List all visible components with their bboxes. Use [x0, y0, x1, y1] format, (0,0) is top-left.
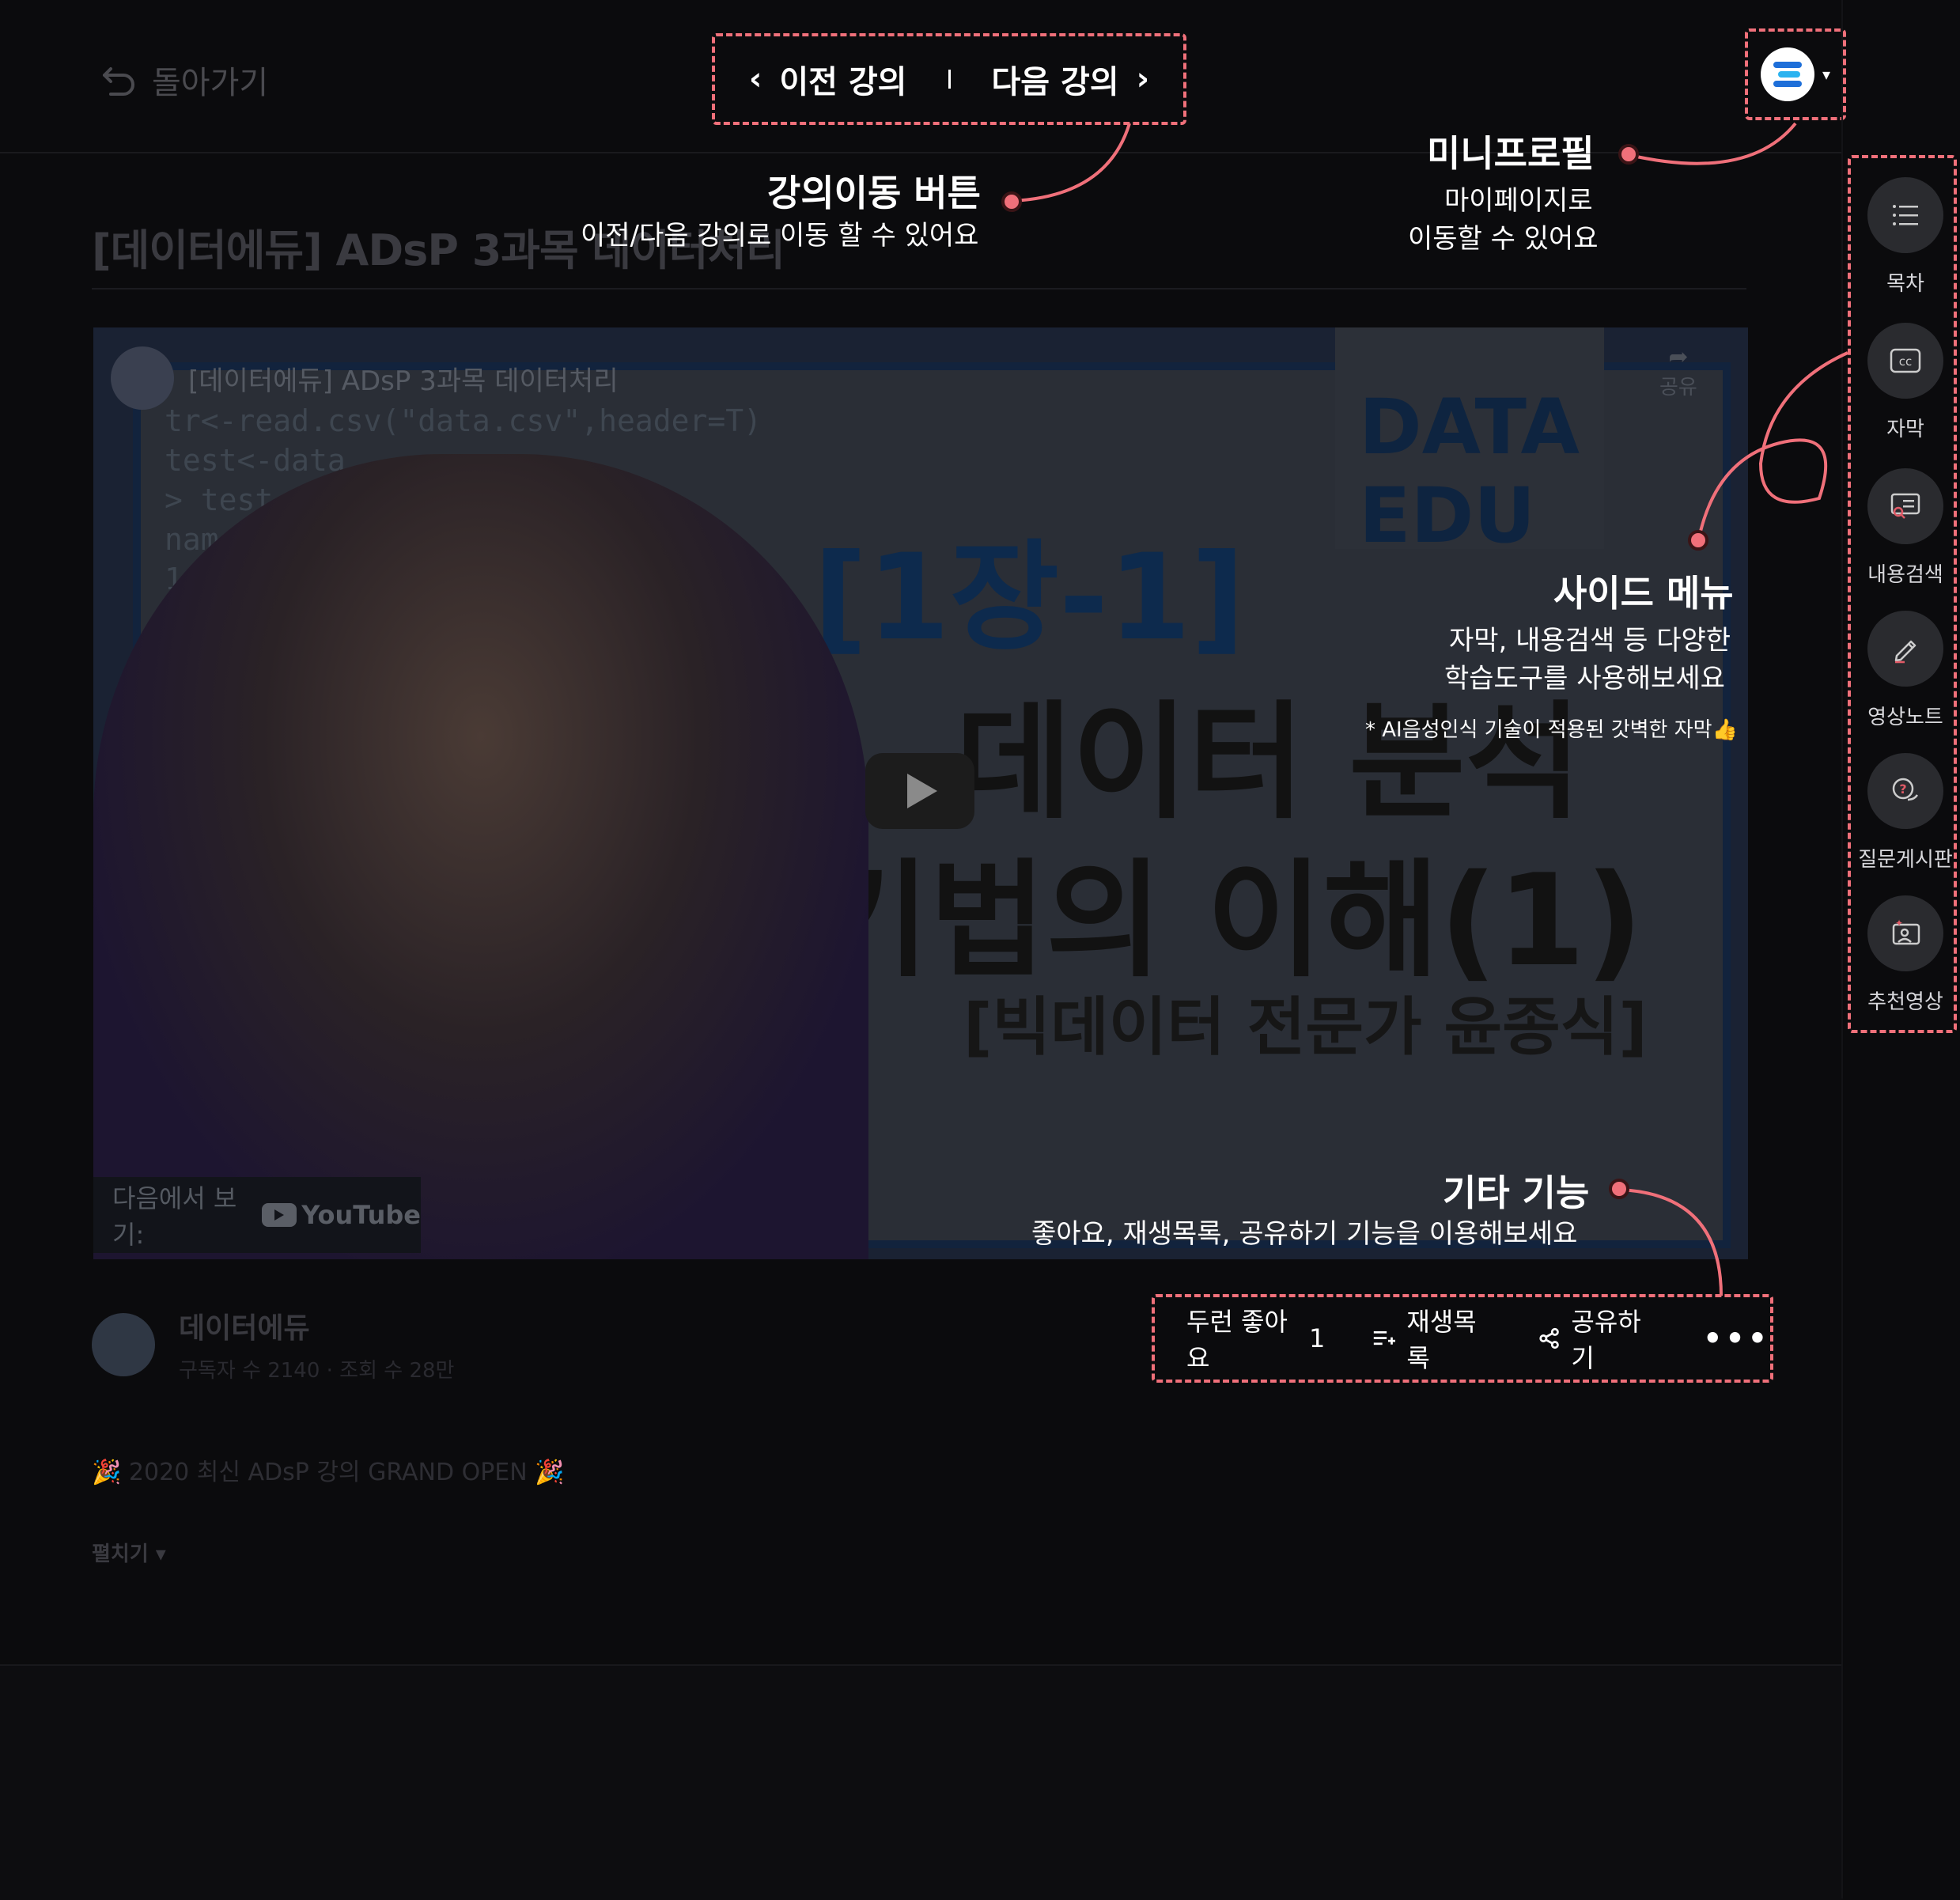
more-options-button[interactable]: •••	[1703, 1321, 1770, 1356]
code-line: tr<-read.csv("data.csv",header=T)	[165, 403, 762, 438]
callout-nav-title: 강의이동 버튼	[767, 172, 981, 214]
callout-side-note: * AI음성인식 기술이 적용된 갓벽한 자막👍	[1365, 718, 1738, 742]
watch-on-label: 다음에서 보기:	[112, 1183, 237, 1250]
next-lecture-label: 다음 강의	[991, 64, 1119, 100]
callout-side-dot	[1688, 530, 1708, 551]
video-share-button[interactable]: ➦ 공유	[1659, 343, 1697, 400]
side-menu-item-search[interactable]: 내용검색	[1851, 468, 1960, 588]
youtube-logo: YouTube	[262, 1200, 421, 1230]
svg-text:?: ?	[1899, 782, 1906, 797]
edu-logo-icon	[1773, 62, 1802, 87]
side-menu-label: 자막	[1886, 418, 1924, 441]
like-count: 1	[1309, 1323, 1326, 1353]
callout-profile-dot	[1618, 144, 1639, 165]
callout-side-title: 사이드 메뉴	[1553, 572, 1734, 615]
svg-text:✦: ✦	[1895, 918, 1903, 929]
side-menu-item-subtitle[interactable]: cc 자막	[1851, 323, 1960, 442]
side-menu-item-toc[interactable]: 목차	[1851, 177, 1960, 297]
watch-on-youtube[interactable]: 다음에서 보기: YouTube	[93, 1177, 421, 1253]
channel-logo-small	[111, 346, 174, 410]
channel-info[interactable]: 데이터에듀 구독자 수 2140 · 조회 수 28만	[92, 1305, 454, 1383]
chevron-left-icon: ‹	[748, 61, 762, 97]
side-menu-item-recommend[interactable]: ✦ 추천영상	[1851, 895, 1960, 1015]
like-button[interactable]: 두런 좋아요 1	[1186, 1302, 1325, 1375]
footer-area	[0, 1664, 1843, 1900]
callout-etc-dot	[1609, 1179, 1629, 1199]
channel-name: 데이터에듀	[179, 1312, 310, 1345]
page: 돌아가기 ‹ 이전 강의 다음 강의 › ▾ [데이터에듀] ADsP 3과목 …	[0, 0, 1960, 1900]
search-doc-icon	[1890, 493, 1920, 519]
thumbnail-logo-text: DATA EDU	[1359, 383, 1580, 560]
back-label: 돌아가기	[152, 65, 269, 101]
cc-icon: cc	[1890, 348, 1921, 373]
mini-profile-button[interactable]: ▾	[1745, 28, 1846, 120]
play-icon	[907, 774, 937, 808]
undo-icon	[103, 67, 134, 96]
prev-lecture-label: 이전 강의	[779, 64, 907, 100]
youtube-text: YouTube	[301, 1200, 421, 1230]
svg-text:cc: cc	[1899, 354, 1913, 369]
video-share-label: 공유	[1659, 376, 1697, 399]
action-bar: 두런 좋아요 1 재생목록 공유하기 •••	[1152, 1294, 1773, 1383]
side-menu-label: 질문게시판	[1858, 848, 1953, 872]
playlist-label: 재생목록	[1406, 1307, 1477, 1373]
callout-nav-dot	[1001, 191, 1022, 212]
avatar	[1760, 47, 1814, 101]
list-icon	[1893, 205, 1918, 225]
recommend-icon: ✦	[1892, 918, 1920, 945]
playlist-button[interactable]: 재생목록	[1372, 1302, 1491, 1375]
callout-nav-body: 이전/다음 강의로 이동 할 수 있어요	[581, 220, 979, 252]
side-menu-label: 추천영상	[1867, 990, 1943, 1014]
prev-lecture-button[interactable]: ‹ 이전 강의	[749, 56, 907, 102]
pencil-icon	[1894, 640, 1916, 664]
presenter-image	[93, 454, 868, 1259]
channel-avatar	[92, 1312, 155, 1376]
video-description: 🎉 2020 최신 ADsP 강의 GRAND OPEN 🎉	[92, 1459, 565, 1486]
video-player[interactable]: tr<-read.csv("data.csv",header=T) test<-d…	[93, 327, 1748, 1259]
share-arrow-icon: ➦	[1668, 343, 1689, 371]
expand-button[interactable]: 펼치기 ▾	[92, 1538, 166, 1567]
sidebar-divider	[1841, 0, 1843, 1898]
play-button[interactable]	[865, 753, 974, 829]
back-button[interactable]: 돌아가기	[100, 57, 268, 103]
callout-profile-title: 미니프로필	[1427, 132, 1595, 175]
callout-etc-title: 기타 기능	[1443, 1171, 1590, 1214]
side-menu: 목차 cc 자막 내용검색 영상노트 ? 질문게시판 ✦ 추천영상	[1848, 155, 1957, 1033]
callout-side-body-1: 자막, 내용검색 등 다양한	[1449, 625, 1731, 657]
code-line: test<-data	[165, 443, 346, 478]
video-title: [데이터에듀] ADsP 3과목 데이터처리	[188, 365, 619, 397]
side-menu-label: 목차	[1886, 272, 1924, 296]
lecture-nav: ‹ 이전 강의 다음 강의 ›	[712, 33, 1186, 125]
side-menu-item-qna[interactable]: ? 질문게시판	[1851, 753, 1960, 872]
thumbnail-headline-2: 기법의 이해(1)	[813, 846, 1644, 994]
callout-profile-body-2: 이동할 수 있어요	[1408, 223, 1599, 255]
channel-stats: 구독자 수 2140 · 조회 수 28만	[179, 1359, 455, 1383]
side-menu-item-note[interactable]: 영상노트	[1851, 611, 1960, 730]
nav-divider	[948, 70, 951, 89]
share-button[interactable]: 공유하기	[1538, 1302, 1655, 1375]
playlist-add-icon	[1374, 1330, 1396, 1346]
question-icon: ?	[1892, 778, 1919, 801]
caret-down-icon: ▾	[1822, 65, 1831, 84]
callout-side-body-2: 학습도구를 사용해보세요	[1444, 663, 1725, 695]
share-label: 공유하기	[1571, 1307, 1641, 1373]
thumbnail-logo: DATA EDU	[1335, 327, 1604, 560]
like-label: 두런 좋아요	[1186, 1307, 1288, 1373]
title-divider	[92, 288, 1746, 290]
side-menu-label: 영상노트	[1867, 706, 1943, 729]
callout-profile-body-1: 마이페이지로	[1444, 185, 1593, 217]
next-lecture-button[interactable]: 다음 강의 ›	[992, 56, 1150, 102]
chevron-right-icon: ›	[1136, 61, 1150, 97]
thumbnail-chapter: [1장-1]	[813, 529, 1246, 667]
thumbnail-subline: [빅데이터 전문가 윤종식]	[963, 990, 1648, 1064]
share-icon	[1539, 1327, 1560, 1349]
side-menu-label: 내용검색	[1867, 563, 1943, 587]
callout-etc-body: 좋아요, 재생목록, 공유하기 기능을 이용해보세요	[1031, 1218, 1578, 1250]
youtube-play-icon	[262, 1203, 297, 1227]
